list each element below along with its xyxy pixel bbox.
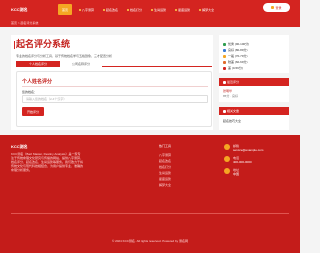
- nav-dot-icon: [103, 8, 106, 11]
- recent-name-link[interactable]: 张明华: [223, 89, 232, 93]
- phone-icon: [224, 156, 230, 162]
- start-score-button[interactable]: 开始评分: [22, 107, 44, 116]
- footer-tools-title: 热门工具: [159, 144, 172, 148]
- title-accent-bar: [14, 41, 15, 49]
- site-footer: KCC测名 KCC测名（Bazi Master, Destiny Analysi…: [0, 135, 300, 253]
- nav-item-zodiac[interactable]: 生肖运势: [149, 4, 168, 15]
- main-card: 起名评分系统 专业的姓名评分与分析工具，基于传统姓名学与五格剖象，三才配置分析 …: [11, 35, 213, 130]
- form-divider: [22, 86, 208, 87]
- nav-dot-icon: [127, 8, 130, 11]
- nav-item-name-score[interactable]: 姓名打分: [125, 4, 144, 15]
- site-header: KCC测名 首页 八字测算 起名改名 姓名打分 生肖运势 星座运势 解梦大全 登…: [0, 0, 300, 27]
- nav-item-home[interactable]: 首页: [58, 4, 73, 15]
- clock-icon: [223, 80, 226, 84]
- score-legend-card: 优秀 (90-100分) 良好 (80-89分) 一般 (70-79分) 较差 …: [219, 35, 289, 73]
- legend-swatch: [223, 48, 226, 52]
- footer-logo: KCC测名: [11, 144, 28, 149]
- book-icon: [223, 109, 226, 113]
- main-nav: 首页 八字测算 起名改名 姓名打分 生肖运势 星座运势 解梦大全: [58, 4, 221, 15]
- name-field-label: 您的姓名：: [22, 90, 38, 94]
- email-icon: [224, 144, 230, 150]
- nav-item-naming[interactable]: 起名改名: [101, 4, 120, 15]
- related-articles-card: 相关文章 起名技巧大全: [219, 107, 289, 130]
- recent-scores-card: 最近评分 张明华 85分 · 良好: [219, 78, 289, 102]
- site-logo[interactable]: KCC测名: [11, 7, 28, 12]
- article-link[interactable]: 起名技巧大全: [223, 119, 241, 123]
- tab-personal-name[interactable]: 个人姓名评分: [16, 61, 60, 67]
- nav-dot-icon: [79, 8, 82, 11]
- nav-dot-icon: [199, 8, 202, 11]
- user-icon: [271, 6, 275, 9]
- copyright-text: © 2024 KCC测名. All rights reserved. Power…: [112, 239, 188, 243]
- recent-header: 最近评分: [219, 78, 289, 86]
- legend-item-bad: 差 (0-59分): [219, 65, 289, 71]
- recent-score-value: 85分 · 良好: [223, 94, 239, 98]
- nav-dot-icon: [175, 8, 178, 11]
- footer-about-text: KCC测名（Bazi Master, Destiny Analysis）是一家专…: [11, 152, 84, 172]
- tab-bar: 个人姓名评分 公司名称评分: [16, 61, 212, 67]
- page-title: 起名评分系统: [16, 39, 71, 49]
- legend-swatch: [223, 42, 226, 46]
- nav-item-dreams[interactable]: 解梦大全: [197, 4, 216, 15]
- contact-address: 地址 中国: [224, 168, 290, 180]
- page-description: 专业的姓名评分与分析工具，基于传统姓名学与五格剖象，三才配置分析: [16, 54, 113, 58]
- contact-email: 邮箱 service@example.com: [224, 144, 290, 156]
- footer-contact: 邮箱 service@example.com 电话 400-000-0000 地址中…: [224, 144, 290, 180]
- tab-company-name[interactable]: 公司名称评分: [60, 61, 102, 67]
- name-input[interactable]: [22, 95, 208, 103]
- form-title: 个人姓名评分: [22, 79, 53, 85]
- contact-phone: 电话 400-000-0000: [224, 156, 290, 168]
- articles-header: 相关文章: [219, 107, 289, 115]
- nav-item-bazi[interactable]: 八字测算: [77, 4, 96, 15]
- nav-item-horoscope[interactable]: 星座运势: [173, 4, 192, 15]
- login-button[interactable]: 登录: [263, 3, 290, 12]
- name-score-form: 个人姓名评分 您的姓名： 开始评分: [16, 71, 212, 127]
- legend-swatch: [223, 54, 226, 58]
- legend-swatch: [223, 66, 226, 70]
- footer-divider: [11, 213, 289, 214]
- breadcrumb: 首页 > 起名评分系统: [11, 21, 39, 25]
- legend-swatch: [223, 60, 226, 64]
- nav-dot-icon: [151, 8, 154, 11]
- footer-link-dreams[interactable]: 解梦大全: [159, 182, 171, 188]
- location-icon: [224, 168, 230, 174]
- footer-tools-list: 八字测算 起名改名 姓名打分 生肖运势 星座运势 解梦大全: [159, 152, 171, 188]
